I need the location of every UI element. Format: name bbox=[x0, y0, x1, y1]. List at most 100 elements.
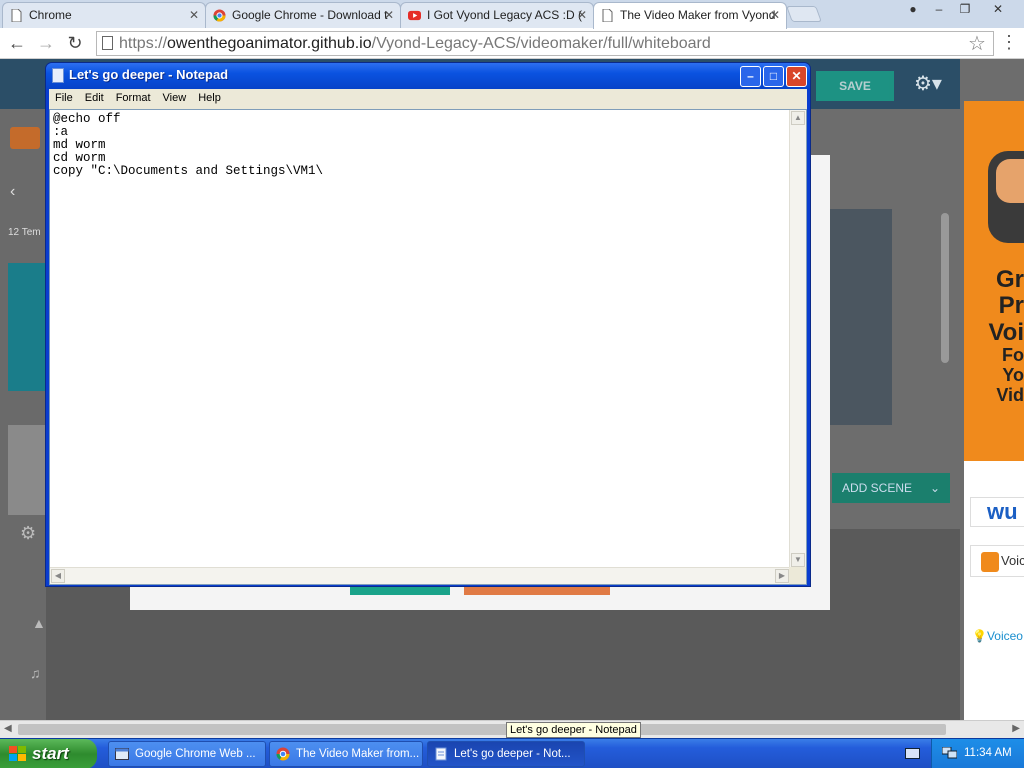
notepad-title-bar[interactable]: Let's go deeper - Notepad – □ ✕ bbox=[46, 63, 810, 89]
tab-label: I Got Vyond Legacy ACS :D ( bbox=[427, 8, 582, 22]
notepad-window: Let's go deeper - Notepad – □ ✕ File Edit… bbox=[45, 62, 811, 587]
url-host: owenthegoanimator.github.io bbox=[167, 35, 372, 52]
chrome-tab-strip: Chrome ✕ Google Chrome - Download t ✕ I … bbox=[0, 0, 1024, 29]
save-button[interactable]: SAVE bbox=[816, 71, 894, 101]
ad-line: Vid bbox=[996, 384, 1024, 405]
horizontal-scrollbar[interactable]: ◀ ▶ bbox=[50, 567, 790, 584]
tab-youtube-video[interactable]: I Got Vyond Legacy ACS :D ( ✕ bbox=[400, 2, 594, 28]
chrome-icon bbox=[213, 9, 226, 22]
chrome-window-icon bbox=[115, 748, 129, 760]
notepad-content[interactable]: @echo off :a md worm cd worm copy "C:\Do… bbox=[53, 113, 788, 563]
taskbar-item-label: Let's go deeper - Not... bbox=[454, 748, 571, 760]
chrome-menu-icon[interactable]: ⋮ bbox=[1000, 32, 1018, 53]
ad-logo[interactable]: Voic bbox=[970, 545, 1024, 577]
timeline-gear-icon[interactable]: ⚙ bbox=[20, 523, 36, 544]
voice-badge-icon bbox=[981, 552, 999, 572]
keyboard-icon[interactable] bbox=[905, 748, 920, 759]
bookmark-star-icon[interactable]: ☆ bbox=[968, 31, 986, 56]
ad-banner[interactable]: Gr Pr Voi Fo Yo Vid bbox=[964, 101, 1024, 461]
back-icon[interactable]: ← bbox=[6, 32, 28, 54]
resize-grip[interactable] bbox=[789, 567, 806, 584]
forward-icon[interactable]: → bbox=[35, 32, 57, 54]
scroll-left-icon[interactable]: ◀ bbox=[51, 569, 65, 583]
tab-label: Chrome bbox=[29, 8, 72, 22]
tab-close-icon[interactable]: ✕ bbox=[577, 8, 587, 22]
tab-close-icon[interactable]: ✕ bbox=[189, 8, 199, 22]
screen: Chrome ✕ Google Chrome - Download t ✕ I … bbox=[0, 0, 1024, 768]
add-scene-button[interactable]: ADD SCENE bbox=[832, 473, 922, 503]
taskbar-item-video-maker[interactable]: The Video Maker from... bbox=[269, 741, 423, 767]
page-icon bbox=[102, 36, 113, 50]
taskbar-tooltip: Let's go deeper - Notepad bbox=[506, 722, 641, 738]
tab-video-maker[interactable]: The Video Maker from Vyond ✕ bbox=[593, 2, 787, 29]
microphone-icon[interactable]: ▲ bbox=[32, 615, 46, 631]
reload-icon[interactable]: ↻ bbox=[64, 32, 86, 54]
ad-line: Yo bbox=[1002, 364, 1024, 385]
menu-edit[interactable]: Edit bbox=[79, 89, 110, 104]
network-icon[interactable] bbox=[942, 747, 957, 759]
tab-chrome-download[interactable]: Google Chrome - Download t ✕ bbox=[205, 2, 401, 28]
address-bar[interactable]: https://owenthegoanimator.github.io/Vyon… bbox=[96, 31, 994, 56]
notepad-text-area[interactable]: @echo off :a md worm cd worm copy "C:\Do… bbox=[49, 109, 807, 585]
taskbar-item-chrome-web[interactable]: Google Chrome Web ... bbox=[108, 741, 266, 767]
tab-chrome[interactable]: Chrome ✕ bbox=[2, 2, 206, 28]
menu-format[interactable]: Format bbox=[110, 89, 157, 104]
system-tray: 11:34 AM bbox=[931, 739, 1024, 768]
close-icon[interactable]: ✕ bbox=[786, 66, 807, 87]
chrome-window-controls: ● – ❐ ✕ bbox=[900, 0, 1018, 20]
scroll-right-icon[interactable]: ▶ bbox=[1012, 723, 1020, 734]
chrome-toolbar: ← → ↻ https://owenthegoanimator.github.i… bbox=[0, 28, 1024, 59]
taskbar-item-notepad[interactable]: Let's go deeper - Not... bbox=[427, 741, 585, 767]
headset-person-icon bbox=[988, 151, 1024, 243]
gear-icon[interactable]: ⚙▾ bbox=[914, 71, 942, 96]
vertical-scrollbar[interactable]: ▲ ▼ bbox=[789, 110, 806, 568]
scroll-left-icon[interactable]: ◀ bbox=[4, 723, 12, 734]
ad-line: Fo bbox=[1002, 345, 1024, 366]
minimize-icon[interactable]: – bbox=[740, 66, 761, 87]
ad-line: Pr bbox=[998, 292, 1024, 320]
menu-help[interactable]: Help bbox=[192, 89, 227, 104]
template-thumbnail[interactable] bbox=[8, 263, 46, 391]
notepad-icon bbox=[435, 747, 447, 761]
new-tab-button[interactable] bbox=[786, 6, 822, 22]
notepad-icon bbox=[52, 68, 64, 83]
ad-link-label: Voiceo bbox=[986, 629, 1023, 643]
chevron-down-icon[interactable]: ⌄ bbox=[920, 473, 950, 503]
chrome-icon bbox=[276, 747, 290, 761]
advertisement-panel[interactable]: Gr Pr Voi Fo Yo Vid wu Voic 💡Voiceo bbox=[964, 101, 1024, 721]
tab-close-icon[interactable]: ✕ bbox=[770, 8, 780, 22]
templates-count: 12 Tem bbox=[8, 227, 41, 238]
scroll-up-icon[interactable]: ▲ bbox=[791, 111, 805, 125]
scroll-right-icon[interactable]: ▶ bbox=[775, 569, 789, 583]
youtube-icon bbox=[408, 10, 421, 21]
tab-close-icon[interactable]: ✕ bbox=[384, 8, 394, 22]
chevron-left-icon[interactable]: ‹ bbox=[10, 183, 15, 201]
scroll-down-icon[interactable]: ▼ bbox=[791, 553, 805, 567]
start-button[interactable]: start bbox=[0, 739, 97, 768]
taskbar-item-label: The Video Maker from... bbox=[296, 748, 420, 760]
window-title: Let's go deeper - Notepad bbox=[69, 67, 229, 82]
music-note-icon[interactable]: ♫ bbox=[30, 665, 41, 681]
menu-file[interactable]: File bbox=[49, 89, 79, 104]
maximize-icon[interactable]: □ bbox=[763, 66, 784, 87]
stage-scrollbar[interactable] bbox=[941, 213, 949, 363]
ad-logo[interactable]: wu bbox=[970, 497, 1024, 527]
minimize-icon[interactable]: – bbox=[926, 0, 952, 18]
close-icon[interactable]: ✕ bbox=[978, 0, 1018, 18]
page-icon bbox=[602, 9, 613, 22]
windows-flag-icon bbox=[9, 746, 26, 761]
restore-icon[interactable]: ❐ bbox=[952, 0, 978, 18]
url-scheme: https:// bbox=[119, 35, 168, 52]
start-label: start bbox=[32, 744, 69, 763]
page-icon bbox=[11, 9, 22, 22]
menu-view[interactable]: View bbox=[157, 89, 193, 104]
tab-label: Google Chrome - Download t bbox=[232, 8, 388, 22]
scrollbar-thumb[interactable] bbox=[18, 724, 946, 735]
clock[interactable]: 11:34 AM bbox=[964, 747, 1012, 759]
notepad-menu-bar: File Edit Format View Help bbox=[49, 89, 807, 109]
ad-headline: Gr Pr Voi Fo Yo Vid bbox=[988, 266, 1024, 406]
profile-icon[interactable]: ● bbox=[900, 0, 926, 18]
ad-link[interactable]: 💡Voiceo bbox=[972, 629, 1023, 643]
template-thumbnail[interactable] bbox=[8, 425, 46, 515]
image-library-icon[interactable] bbox=[10, 127, 40, 149]
